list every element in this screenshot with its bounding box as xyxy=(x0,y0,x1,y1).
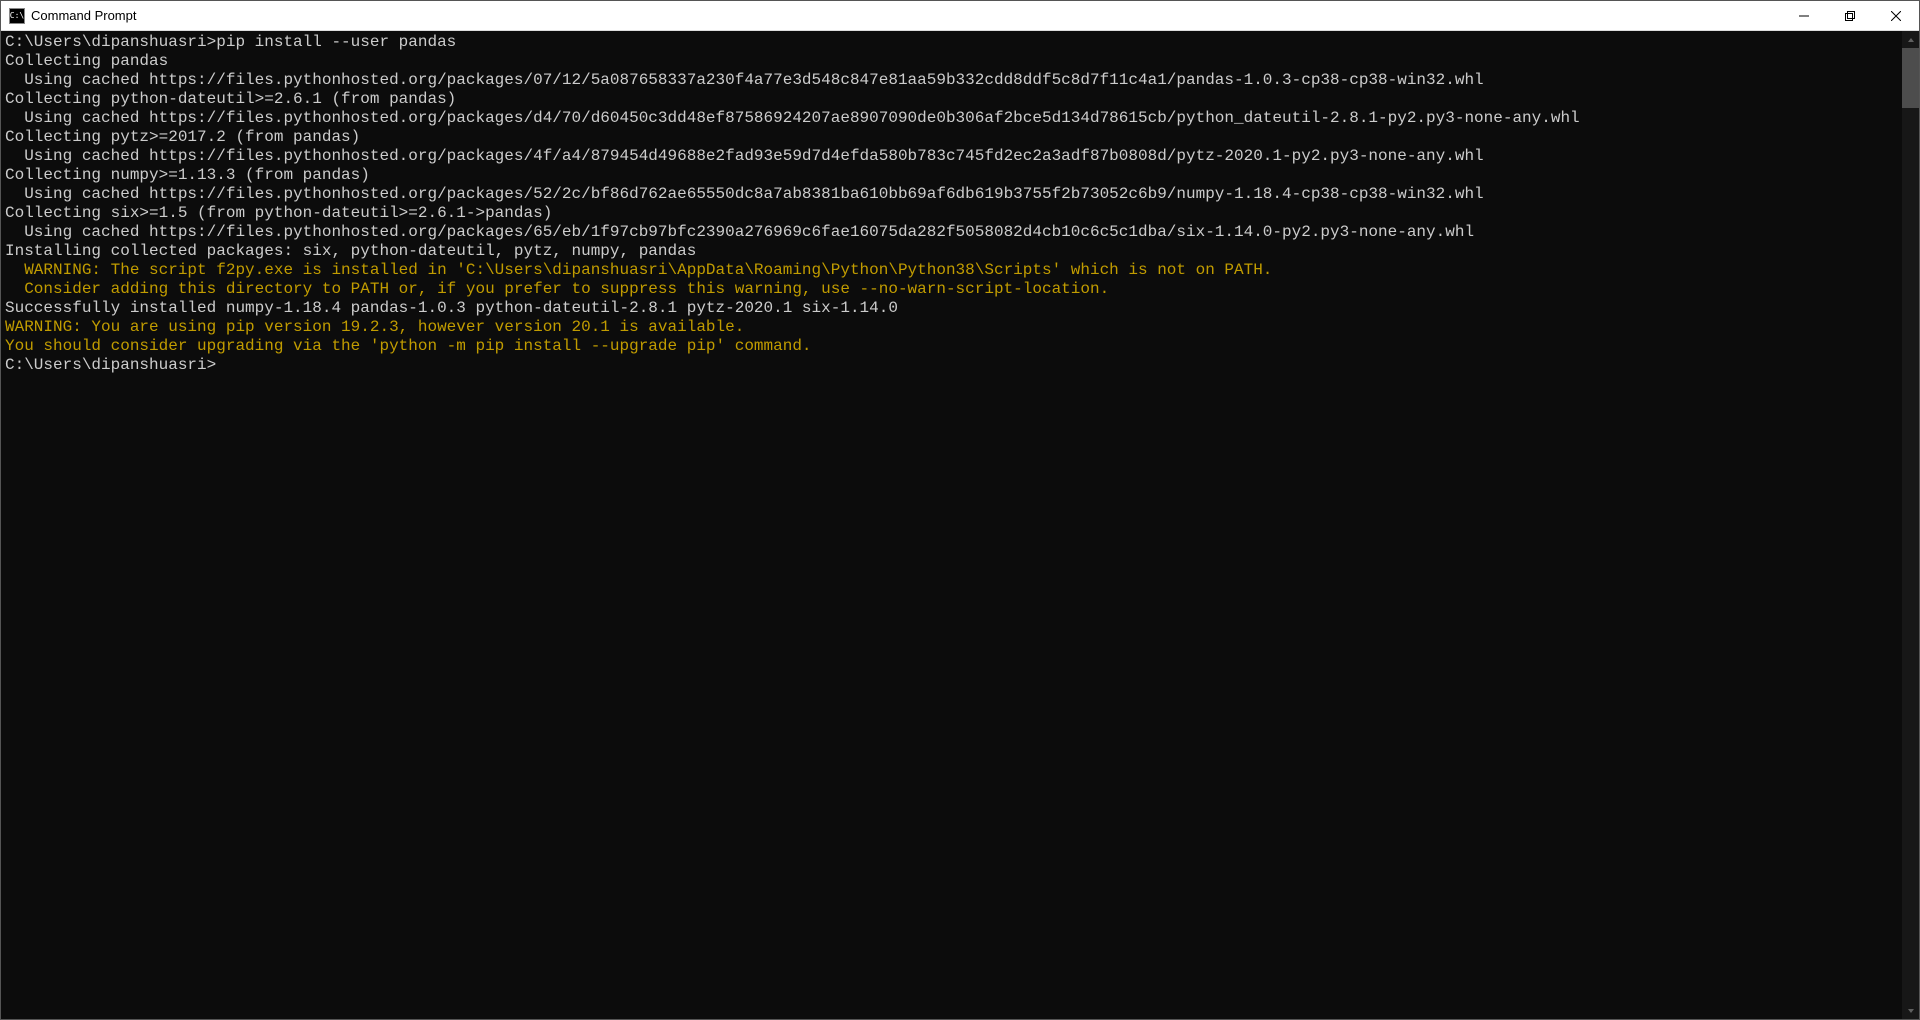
terminal-line: WARNING: The script f2py.exe is installe… xyxy=(5,261,1898,280)
terminal-line: Collecting six>=1.5 (from python-dateuti… xyxy=(5,204,1898,223)
terminal-line: Consider adding this directory to PATH o… xyxy=(5,280,1898,299)
terminal-line: Installing collected packages: six, pyth… xyxy=(5,242,1898,261)
terminal-line: C:\Users\dipanshuasri> xyxy=(5,356,1898,375)
terminal-line: Using cached https://files.pythonhosted.… xyxy=(5,185,1898,204)
minimize-button[interactable] xyxy=(1781,1,1827,30)
terminal-output[interactable]: C:\Users\dipanshuasri>pip install --user… xyxy=(1,31,1902,1019)
window-controls xyxy=(1781,1,1919,30)
scroll-down-arrow[interactable] xyxy=(1902,1002,1919,1019)
titlebar[interactable]: C:\ Command Prompt xyxy=(1,1,1919,31)
terminal-line: WARNING: You are using pip version 19.2.… xyxy=(5,318,1898,337)
terminal-line: Successfully installed numpy-1.18.4 pand… xyxy=(5,299,1898,318)
terminal-line: Using cached https://files.pythonhosted.… xyxy=(5,223,1898,242)
terminal-line: Collecting python-dateutil>=2.6.1 (from … xyxy=(5,90,1898,109)
scrollbar[interactable] xyxy=(1902,31,1919,1019)
terminal-line: Using cached https://files.pythonhosted.… xyxy=(5,71,1898,90)
prompt-line: C:\Users\dipanshuasri>pip install --user… xyxy=(5,33,1898,52)
close-button[interactable] xyxy=(1873,1,1919,30)
command-prompt-window: C:\ Command Prompt C:\Users\dipanshuasri… xyxy=(0,0,1920,1020)
window-title: Command Prompt xyxy=(31,8,1781,23)
terminal-line: Collecting pandas xyxy=(5,52,1898,71)
scroll-up-arrow[interactable] xyxy=(1902,31,1919,48)
terminal-line: You should consider upgrading via the 'p… xyxy=(5,337,1898,356)
terminal-line: Using cached https://files.pythonhosted.… xyxy=(5,109,1898,128)
app-icon: C:\ xyxy=(9,8,25,24)
terminal-line: Using cached https://files.pythonhosted.… xyxy=(5,147,1898,166)
scroll-thumb[interactable] xyxy=(1902,48,1919,108)
terminal-line: Collecting numpy>=1.13.3 (from pandas) xyxy=(5,166,1898,185)
terminal-wrapper: C:\Users\dipanshuasri>pip install --user… xyxy=(1,31,1919,1019)
maximize-button[interactable] xyxy=(1827,1,1873,30)
terminal-line: Collecting pytz>=2017.2 (from pandas) xyxy=(5,128,1898,147)
